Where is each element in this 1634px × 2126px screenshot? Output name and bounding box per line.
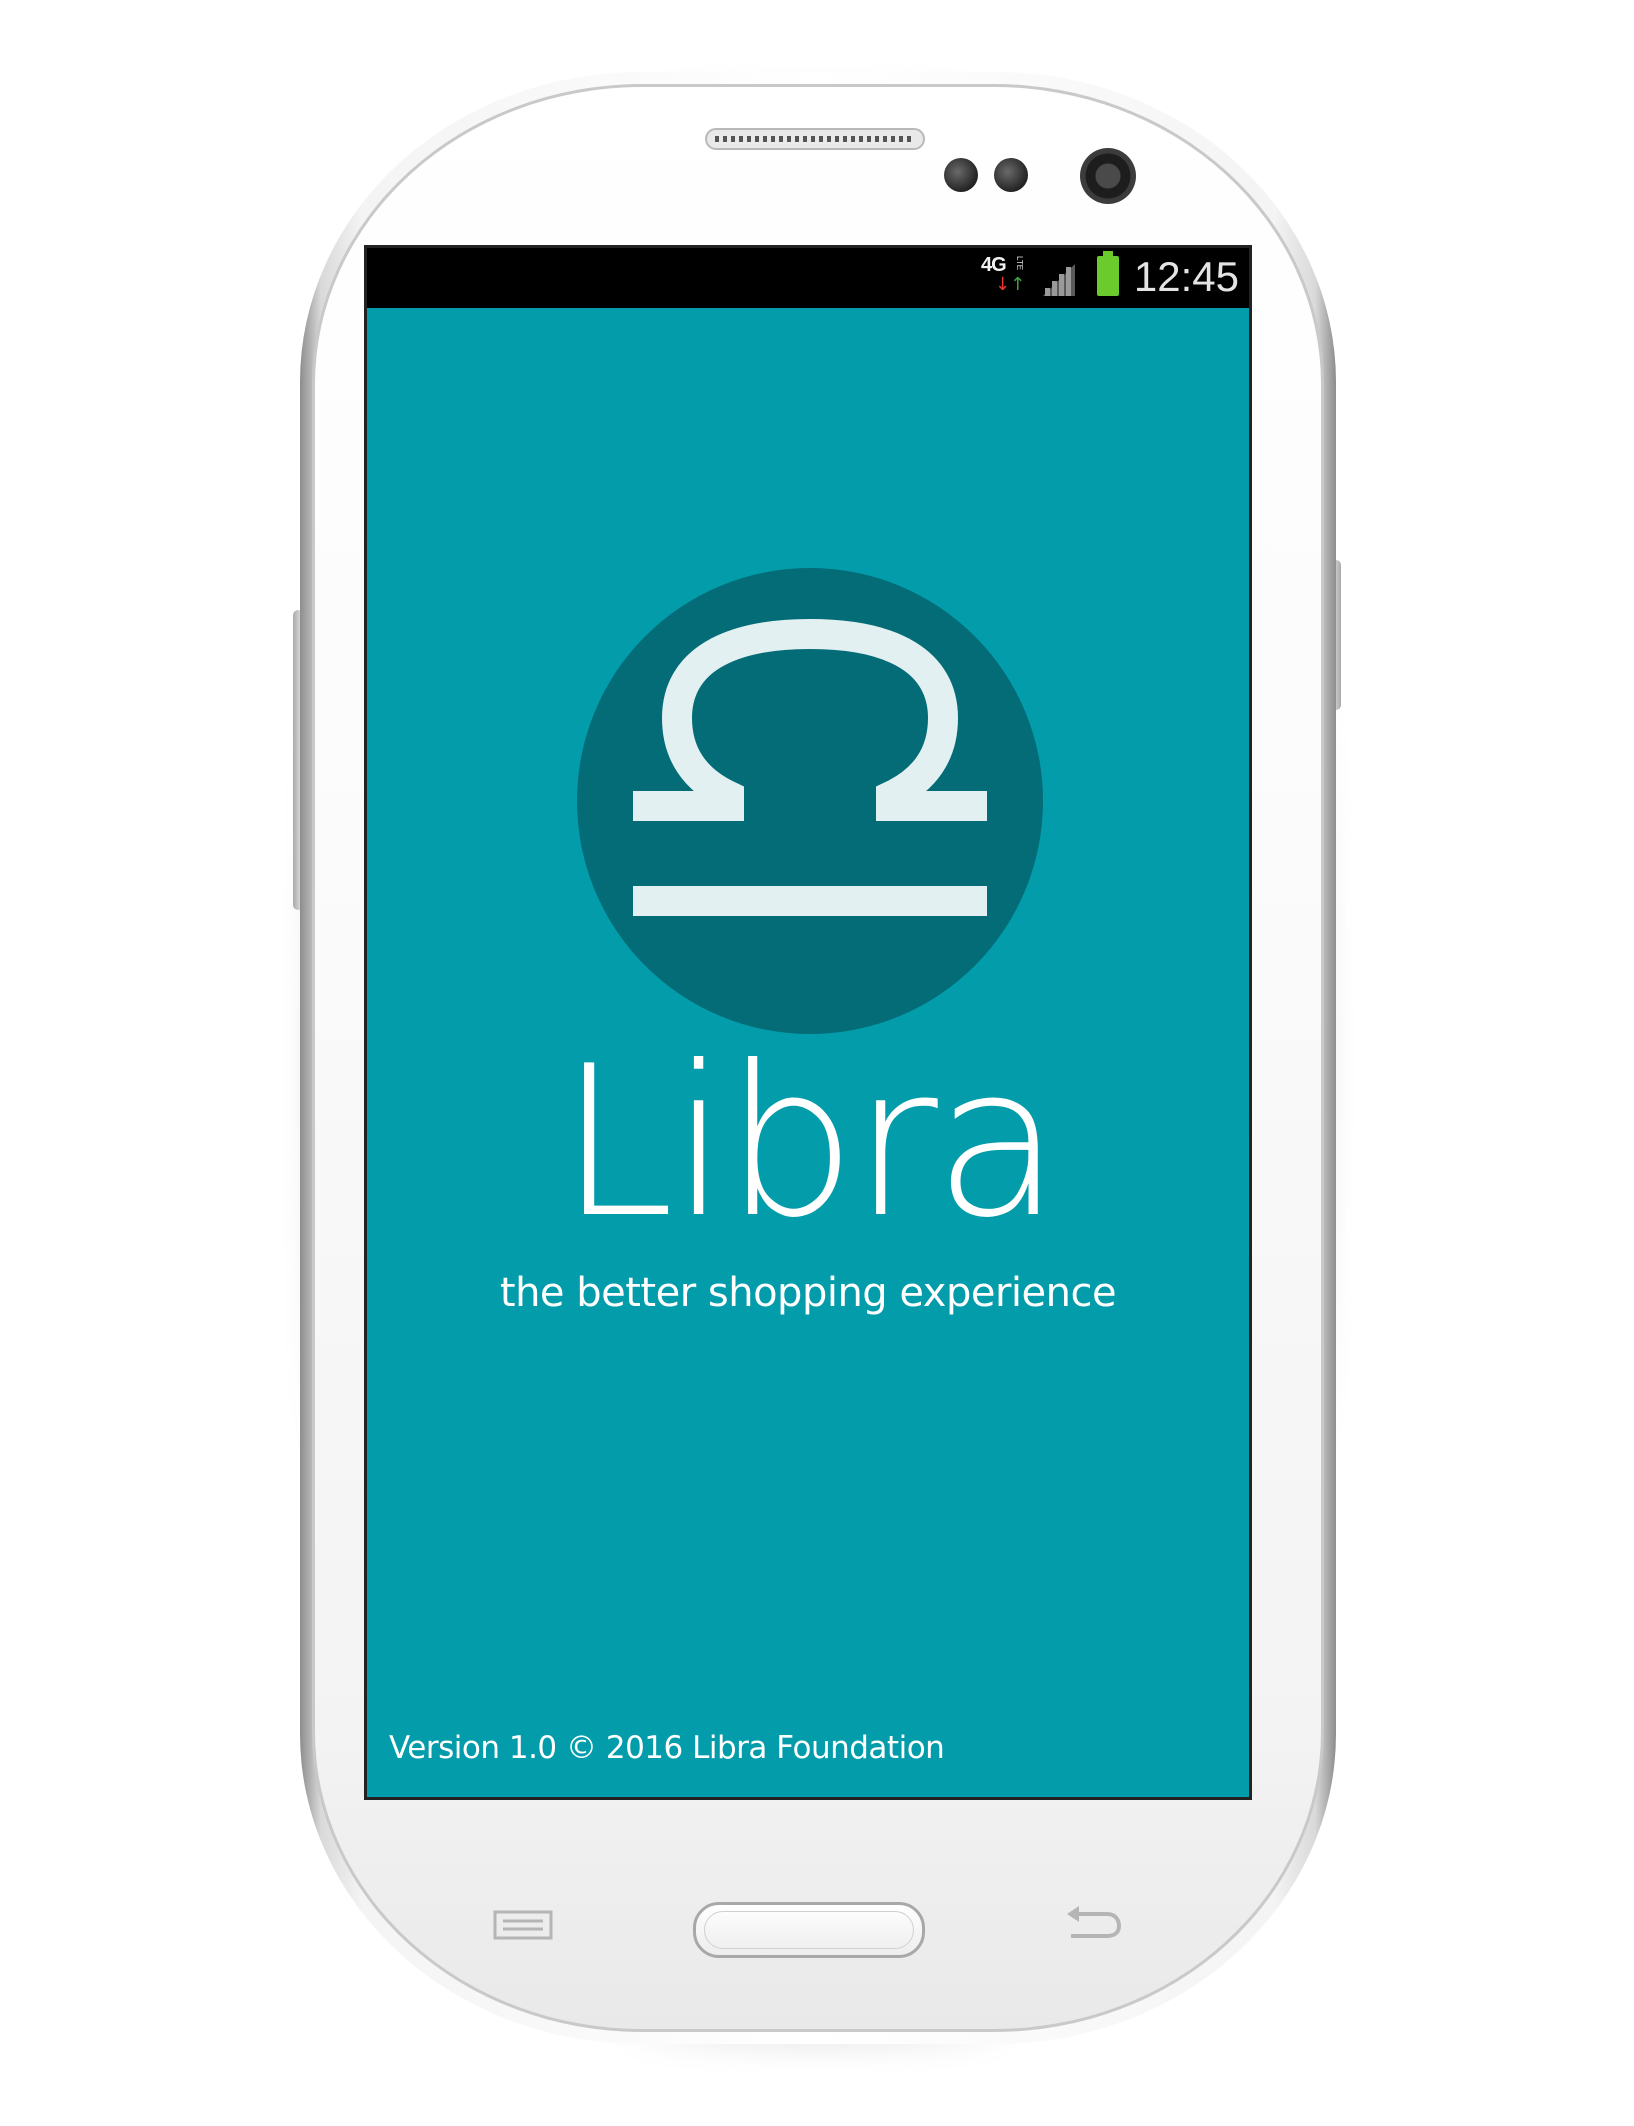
front-camera — [1080, 148, 1136, 204]
version-text: Version 1.0 © 2016 Libra Foundation — [389, 1730, 945, 1766]
back-icon[interactable] — [1063, 1900, 1123, 1944]
app-screen: 4G LTE ↓↑ 12:45 Libra the better shoppin… — [364, 245, 1252, 1800]
network-sub-label: LTE — [1015, 256, 1024, 271]
app-name: Libra — [558, 1022, 1062, 1264]
status-clock: 12:45 — [1133, 253, 1239, 300]
menu-icon[interactable] — [493, 1910, 553, 1940]
home-button[interactable] — [693, 1902, 925, 1958]
proximity-sensor — [944, 158, 978, 192]
signal-icon — [1043, 264, 1075, 296]
network-indicator: 4G LTE ↓↑ — [981, 254, 1031, 298]
libra-symbol-icon — [577, 568, 1043, 1034]
light-sensor — [994, 158, 1028, 192]
status-bar: 4G LTE ↓↑ 12:45 — [367, 248, 1249, 308]
data-activity-icon: ↓↑ — [995, 274, 1026, 295]
app-tagline: the better shopping experience — [499, 1270, 1117, 1316]
battery-icon — [1097, 251, 1119, 296]
earpiece-speaker — [705, 128, 925, 150]
